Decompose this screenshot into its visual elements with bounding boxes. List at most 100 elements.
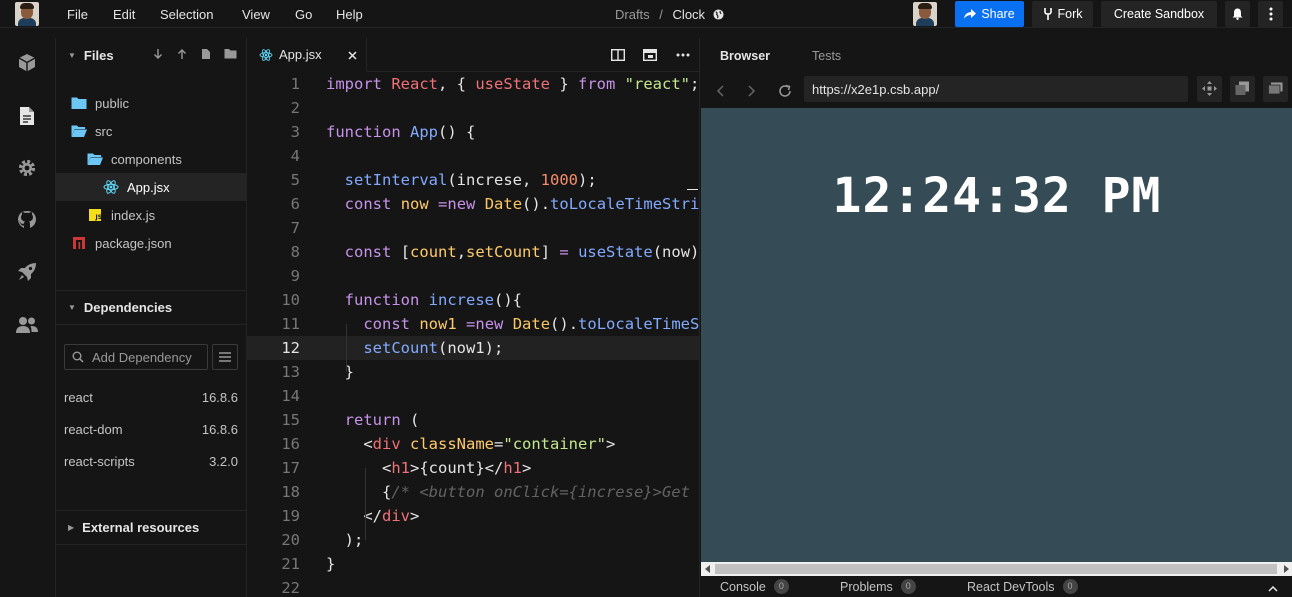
code-area[interactable]: 1 import React, { useState } from "react"…: [247, 72, 699, 597]
dependencies-section-header[interactable]: ▼ Dependencies: [56, 290, 246, 324]
dependency-row[interactable]: react-dom 16.8.6: [64, 422, 238, 437]
section-divider: [56, 324, 246, 325]
tab-tests[interactable]: Tests: [812, 49, 841, 63]
file-icon[interactable]: [16, 105, 38, 127]
create-sandbox-button[interactable]: Create Sandbox: [1101, 1, 1217, 27]
preview-iframe[interactable]: 12:24:32 PM: [701, 108, 1292, 562]
line-number: 17: [281, 459, 300, 477]
share-button[interactable]: Share: [955, 1, 1024, 27]
code-line: 19 </div>: [247, 504, 699, 528]
forward-arrow-icon[interactable]: [748, 85, 756, 97]
add-dependency-placeholder: Add Dependency: [92, 349, 192, 365]
breadcrumb: Drafts / Clock: [615, 7, 724, 22]
new-folder-icon[interactable]: [224, 48, 237, 59]
code-line: 17 <h1>{count}</h1>: [247, 456, 699, 480]
tree-item-app-jsx[interactable]: App.jsx: [56, 173, 246, 201]
users-icon[interactable]: [16, 314, 38, 336]
react-devtools-tab[interactable]: React DevTools 0: [967, 579, 1078, 594]
open-new-window-button[interactable]: [1230, 76, 1255, 102]
code-line: 18 {/* <button onClick={increse}>Get Tim…: [247, 480, 699, 504]
menu-selection[interactable]: Selection: [160, 7, 213, 22]
url-input[interactable]: https://x2e1p.csb.app/: [804, 76, 1188, 102]
line-number: 4: [290, 147, 300, 165]
create-sandbox-label: Create Sandbox: [1113, 7, 1205, 21]
console-bar: Console 0 Problems 0 React DevTools 0: [700, 576, 1292, 597]
problems-tab[interactable]: Problems 0: [840, 579, 916, 594]
search-icon: [72, 351, 84, 363]
cube-icon[interactable]: [16, 52, 38, 74]
sandbox-name[interactable]: Clock: [673, 7, 706, 22]
external-resources-header[interactable]: ▶ External resources: [56, 510, 246, 544]
tree-item-src[interactable]: src: [56, 117, 246, 145]
refresh-icon[interactable]: [778, 84, 792, 98]
toggle-devtools-button[interactable]: [1263, 76, 1288, 102]
code-line: 5 setInterval(increse, 1000);: [247, 168, 699, 192]
github-icon[interactable]: [16, 209, 38, 231]
tab-browser[interactable]: Browser: [720, 49, 770, 63]
line-number: 7: [290, 219, 300, 237]
dependency-row[interactable]: react 16.8.6: [64, 390, 238, 405]
code-line: 10 function increse(){: [247, 288, 699, 312]
more-horizontal-icon[interactable]: [676, 53, 690, 57]
line-number: 8: [290, 243, 300, 261]
react-devtools-tab-label: React DevTools: [967, 579, 1055, 594]
code-line: 20 );: [247, 528, 699, 552]
share-arrow-icon: [964, 9, 977, 19]
breadcrumb-folder[interactable]: Drafts: [615, 7, 650, 22]
line-number: 13: [281, 363, 300, 381]
tree-item-public[interactable]: public: [56, 89, 246, 117]
tree-item-components[interactable]: components: [56, 145, 246, 173]
tree-item-package-json[interactable]: package.json: [56, 229, 246, 257]
notifications-button[interactable]: [1225, 1, 1250, 27]
split-view-icon[interactable]: [611, 49, 625, 61]
rocket-icon[interactable]: [16, 261, 38, 283]
line-number: 6: [290, 195, 300, 213]
count-badge: 0: [900, 579, 916, 594]
npm-icon: [73, 237, 85, 249]
files-section-header[interactable]: ▼ Files: [56, 38, 246, 72]
line-number: 18: [281, 483, 300, 501]
scroll-right-icon[interactable]: [1283, 565, 1289, 573]
gear-icon[interactable]: [16, 157, 38, 179]
clock-heading: 12:24:32 PM: [832, 168, 1162, 224]
section-divider: [56, 544, 246, 545]
frame-navigation-button[interactable]: [1197, 76, 1222, 102]
tree-item-index-js[interactable]: JS index.js: [56, 201, 246, 229]
menu-help[interactable]: Help: [336, 7, 363, 22]
fork-label: Fork: [1057, 7, 1083, 21]
menu-view[interactable]: View: [242, 7, 270, 22]
svg-text:JS: JS: [95, 214, 103, 221]
code-line: 2: [247, 96, 699, 120]
dependency-row[interactable]: react-scripts 3.2.0: [64, 454, 238, 469]
editor-tab-app-jsx[interactable]: App.jsx: [247, 38, 367, 72]
code-line: 22: [247, 576, 699, 597]
download-icon[interactable]: [153, 48, 163, 60]
react-icon: [259, 48, 273, 61]
preview-window-icon[interactable]: [643, 49, 657, 61]
console-tab[interactable]: Console 0: [720, 579, 789, 594]
back-arrow-icon[interactable]: [716, 85, 724, 97]
user-avatar[interactable]: [913, 2, 937, 26]
codesandbox-logo-avatar[interactable]: [15, 2, 39, 26]
menu-edit[interactable]: Edit: [113, 7, 135, 22]
line-number: 15: [281, 411, 300, 429]
menu-file[interactable]: File: [67, 7, 88, 22]
dependencies-title: Dependencies: [83, 299, 173, 315]
menu-go[interactable]: Go: [295, 7, 312, 22]
tree-item-label: package.json: [95, 235, 172, 251]
scroll-left-icon[interactable]: [705, 565, 711, 573]
line-number: 3: [290, 123, 300, 141]
code-line: 14: [247, 384, 699, 408]
more-menu-button[interactable]: [1258, 1, 1283, 27]
code-line: 15 return (: [247, 408, 699, 432]
count-badge: 0: [1062, 579, 1078, 594]
chevron-up-icon[interactable]: [1268, 586, 1278, 592]
horizontal-scrollbar[interactable]: [701, 562, 1292, 576]
scrollbar-thumb[interactable]: [715, 564, 1277, 574]
close-icon[interactable]: [348, 51, 357, 60]
new-file-icon[interactable]: [201, 48, 211, 60]
fork-button[interactable]: Fork: [1032, 1, 1093, 27]
upload-icon[interactable]: [177, 48, 187, 60]
dependency-list-button[interactable]: [212, 344, 238, 370]
add-dependency-input[interactable]: Add Dependency: [64, 344, 208, 370]
